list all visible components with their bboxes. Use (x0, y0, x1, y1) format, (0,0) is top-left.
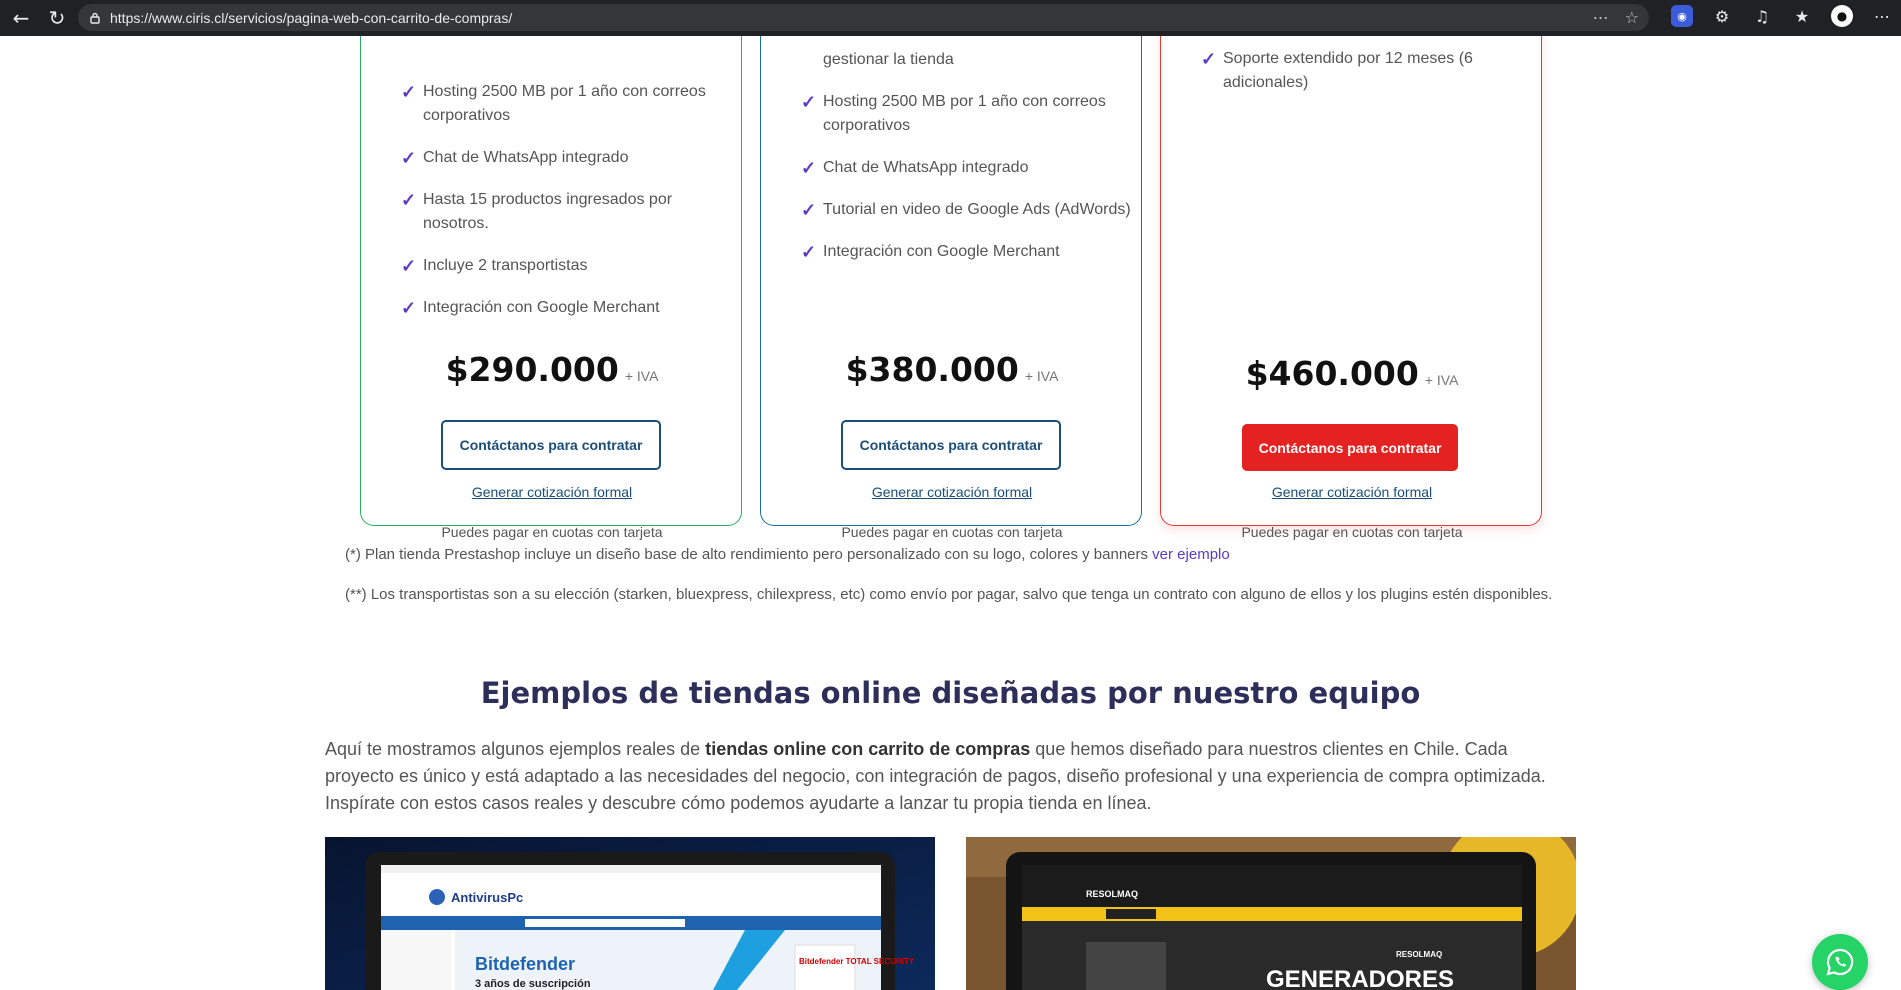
quote-link[interactable]: Generar cotización formal (361, 484, 743, 500)
feature-list: ✓ Hosting 2500 MB por 1 año con correos c… (401, 80, 731, 338)
feature-item: ✓ Integración con Google Merchant (401, 298, 660, 318)
check-icon: ✓ (401, 256, 417, 276)
example-screenshot: AntivirusPc Bitdefender 3 años de suscri… (325, 837, 935, 990)
price: $290.000 + IVA (361, 350, 743, 389)
feature-item: ✓ Chat de WhatsApp integrado (801, 158, 1029, 178)
price-amount: $290.000 (445, 350, 619, 389)
feature-item: ✓ Tutorial en video de Google Ads (AdWord… (801, 200, 1131, 220)
feature-item: ✓ Incluye 2 transportistas (401, 256, 588, 276)
pricing-card-premium: ✓ Soporte extendido por 12 meses (6 adici… (1160, 36, 1543, 540)
url-text[interactable]: https://www.ciris.cl/servicios/pagina-we… (110, 10, 512, 26)
check-icon: ✓ (801, 242, 817, 262)
price: $380.000 + IVA (761, 350, 1143, 389)
installments-note: Puedes pagar en cuotas con tarjeta (841, 524, 1063, 540)
feature-item: ✓ Hasta 15 productos ingresados por nosot… (401, 188, 731, 236)
example-headline: GENERADORES (1266, 966, 1454, 990)
favorite-star-icon[interactable]: ☆ (1625, 8, 1639, 27)
feature-item: ✓ Chat de WhatsApp integrado (401, 148, 629, 168)
price-amount: $380.000 (845, 350, 1019, 389)
whatsapp-icon (1826, 948, 1854, 976)
price-iva: + IVA (624, 368, 659, 384)
feature-item: ✓ Hosting 2500 MB por 1 año con correos c… (801, 90, 1131, 138)
reload-icon[interactable]: ↻ (42, 3, 72, 33)
whatsapp-button[interactable] (1812, 934, 1868, 990)
quote-link[interactable]: Generar cotización formal (1161, 484, 1543, 500)
example-logo: AntivirusPc (451, 890, 523, 905)
check-icon: ✓ (1201, 49, 1217, 69)
feature-list: ✓ Soporte extendido por 12 meses (6 adici… (1201, 47, 1531, 113)
example-antiviruspc[interactable]: AntivirusPc Bitdefender 3 años de suscri… (325, 837, 935, 990)
browser-toolbar: ← ↻ https://www.ciris.cl/servicios/pagin… (0, 0, 1901, 36)
price: $460.000 + IVA (1161, 354, 1543, 393)
pricing-card-basic: ✓ Hosting 2500 MB por 1 año con correos c… (360, 36, 743, 540)
contact-button[interactable]: Contáctanos para contratar (441, 420, 661, 470)
pricing-card-standard: gestionar la tienda ✓ Hosting 2500 MB por… (760, 36, 1143, 540)
section-intro: Aquí te mostramos algunos ejemplos reale… (325, 739, 1546, 813)
check-icon: ✓ (801, 92, 817, 112)
page-content: ✓ Hosting 2500 MB por 1 año con correos c… (0, 36, 1901, 990)
feature-item: gestionar la tienda (823, 51, 954, 68)
installments-note: Puedes pagar en cuotas con tarjeta (441, 524, 663, 540)
favorites-icon[interactable]: ★ (1791, 5, 1813, 27)
check-icon: ✓ (401, 148, 417, 168)
example-brand: RESOLMAQ (1396, 950, 1442, 959)
price-iva: + IVA (1024, 368, 1059, 384)
reader-icon[interactable]: ⋯ (1593, 8, 1609, 27)
media-icon[interactable]: ♫ (1751, 5, 1773, 27)
contact-button[interactable]: Contáctanos para contratar (1242, 424, 1458, 471)
price-iva: + IVA (1424, 372, 1459, 388)
menu-icon[interactable]: ⋯ (1871, 5, 1893, 27)
section-title: Ejemplos de tiendas online diseñadas por… (480, 676, 1421, 710)
footnote-carriers: (**) Los transportistas son a su elecció… (345, 586, 1553, 603)
profile-icon[interactable]: ● (1831, 5, 1853, 27)
footnote-design: (*) Plan tienda Prestashop incluye un di… (345, 546, 1230, 563)
example-logo: RESOLMAQ (1086, 889, 1138, 899)
address-bar[interactable]: https://www.ciris.cl/servicios/pagina-we… (78, 4, 1649, 31)
feature-item: ✓ Hosting 2500 MB por 1 año con correos c… (401, 80, 731, 128)
extensions-puzzle-icon[interactable]: ⚙ (1711, 5, 1733, 27)
check-icon: ✓ (401, 298, 417, 318)
feature-item: ✓ Integración con Google Merchant (801, 242, 1060, 262)
lock-icon (90, 12, 100, 24)
check-icon: ✓ (801, 200, 817, 220)
example-banner-title: Bitdefender (475, 954, 575, 974)
example-link[interactable]: ver ejemplo (1152, 546, 1230, 563)
check-icon: ✓ (801, 158, 817, 178)
example-resolmaq[interactable]: RESOLMAQ RESOLMAQ GENERADORES (966, 837, 1576, 990)
check-icon: ✓ (401, 82, 417, 102)
example-screenshot: RESOLMAQ RESOLMAQ GENERADORES (966, 837, 1576, 990)
feature-item: ✓ Soporte extendido por 12 meses (6 adici… (1201, 47, 1531, 95)
quote-link[interactable]: Generar cotización formal (761, 484, 1143, 500)
contact-button[interactable]: Contáctanos para contratar (841, 420, 1061, 470)
feature-list: gestionar la tienda ✓ Hosting 2500 MB por… (801, 48, 1131, 282)
price-amount: $460.000 (1245, 354, 1419, 393)
extension-icon[interactable]: ◉ (1671, 5, 1693, 27)
installments-note: Puedes pagar en cuotas con tarjeta (1241, 524, 1463, 540)
example-product: Bitdefender TOTAL SECURITY (799, 957, 915, 966)
example-banner-sub: 3 años de suscripción (475, 978, 591, 990)
back-icon[interactable]: ← (6, 3, 36, 33)
check-icon: ✓ (401, 190, 417, 210)
